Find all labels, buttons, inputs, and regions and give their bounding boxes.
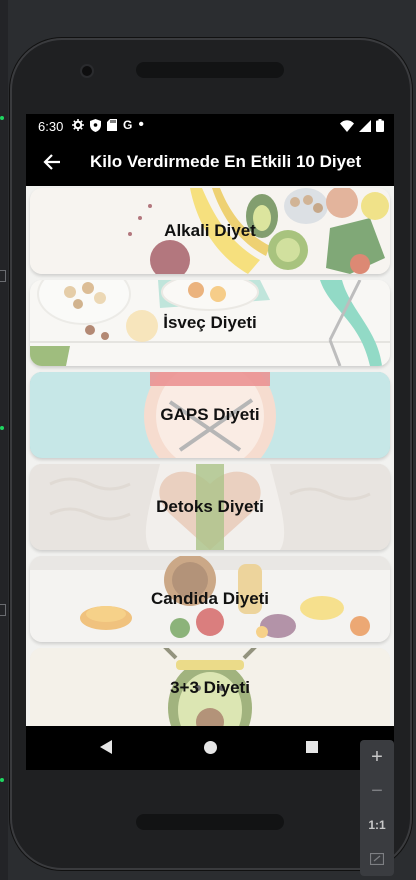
side-toolbar-icon[interactable] xyxy=(0,604,6,616)
diet-card-detoks[interactable]: Detoks Diyeti xyxy=(30,464,390,550)
zoom-fit-button[interactable] xyxy=(360,842,394,876)
diet-card-label: Candida Diyeti xyxy=(150,589,270,608)
nav-home-icon[interactable] xyxy=(204,741,217,754)
gear-icon xyxy=(72,119,84,131)
app-toolbar: Kilo Verdirmede En Etkili 10 Diyet xyxy=(26,138,394,186)
emulator-zoom-controls: + − 1:1 xyxy=(360,740,394,876)
diet-card-3-3[interactable]: 3+3 Diyeti xyxy=(30,648,390,726)
status-bar: 6:30 G • xyxy=(26,114,394,138)
zoom-out-button[interactable]: − xyxy=(360,774,394,808)
zoom-in-button[interactable]: + xyxy=(360,740,394,774)
diet-card-label: GAPS Diyeti xyxy=(160,405,260,424)
shield-icon xyxy=(90,118,101,132)
camera-icon xyxy=(82,66,92,76)
google-icon: G xyxy=(123,118,133,132)
system-icons xyxy=(340,119,384,132)
diet-card-isvec[interactable]: İsveç Diyeti xyxy=(30,280,390,366)
diet-card-candida[interactable]: Candida Diyeti xyxy=(30,556,390,642)
diet-list[interactable]: Alkali Diyet İsveç Diyeti GAPS Diyeti De… xyxy=(26,186,394,726)
bottom-speaker xyxy=(136,814,284,830)
status-dot xyxy=(0,778,4,782)
status-dot xyxy=(0,116,4,120)
notification-icons: G • xyxy=(72,116,144,133)
diet-card-gaps[interactable]: GAPS Diyeti xyxy=(30,372,390,458)
battery-icon xyxy=(376,119,384,132)
back-arrow-icon[interactable] xyxy=(38,148,66,176)
nav-recents-icon[interactable] xyxy=(306,741,318,753)
nav-back-icon[interactable] xyxy=(100,740,112,754)
zoom-actual-size-button[interactable]: 1:1 xyxy=(360,808,394,842)
dot-icon: • xyxy=(138,116,144,133)
signal-icon xyxy=(359,119,371,132)
emulator-side-strip xyxy=(0,0,8,880)
wifi-icon xyxy=(340,119,354,132)
status-time: 6:30 xyxy=(38,119,64,134)
device-screen: 6:30 G • Kilo Verdirmede En Etkili 10 Di… xyxy=(26,114,394,770)
side-toolbar-icon[interactable] xyxy=(0,270,6,282)
status-dot xyxy=(0,426,4,430)
top-speaker xyxy=(136,62,284,78)
fit-screen-icon xyxy=(369,852,385,866)
diet-card-label: İsveç Diyeti xyxy=(163,313,257,332)
diet-card-alkali[interactable]: Alkali Diyet xyxy=(30,188,390,274)
diet-card-label: 3+3 Diyeti xyxy=(170,678,250,697)
diet-card-label: Alkali Diyet xyxy=(164,221,256,240)
sd-card-icon xyxy=(107,119,117,131)
diet-card-label: Detoks Diyeti xyxy=(156,497,264,516)
page-title: Kilo Verdirmede En Etkili 10 Diyet xyxy=(90,152,362,171)
android-nav-bar xyxy=(26,726,394,770)
